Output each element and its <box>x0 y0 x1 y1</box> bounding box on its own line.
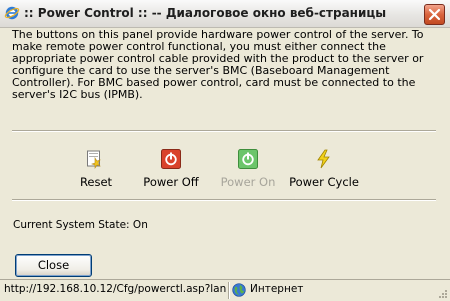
power-cycle-label: Power Cycle <box>289 175 359 189</box>
title-bar: :: Power Control :: -- Диалоговое окно в… <box>0 0 450 28</box>
separator-bottom <box>12 199 436 201</box>
lightning-icon <box>317 149 330 169</box>
system-state-text: Current System State: On <box>13 219 148 231</box>
separator-top <box>12 130 436 132</box>
resize-grip-icon[interactable] <box>436 287 448 299</box>
globe-icon <box>232 283 246 297</box>
close-icon <box>428 8 441 21</box>
power-on-icon <box>238 149 258 169</box>
window-title: :: Power Control :: -- Диалоговое окно в… <box>24 6 387 20</box>
power-off-icon <box>161 149 181 169</box>
status-url: http://192.168.10.12/Cfg/powerctl.asp?la… <box>4 283 226 295</box>
status-bar: http://192.168.10.12/Cfg/powerctl.asp?la… <box>0 279 450 301</box>
zone-text: Интернет <box>250 283 304 295</box>
reset-icon <box>87 150 101 169</box>
power-cycle-action[interactable]: Power Cycle <box>279 149 369 189</box>
status-divider <box>228 282 230 299</box>
close-button[interactable]: Close <box>15 254 92 277</box>
window-close-button[interactable] <box>424 4 445 25</box>
description-text: The buttons on this panel provide hardwa… <box>12 28 424 101</box>
internet-explorer-icon <box>4 6 20 20</box>
